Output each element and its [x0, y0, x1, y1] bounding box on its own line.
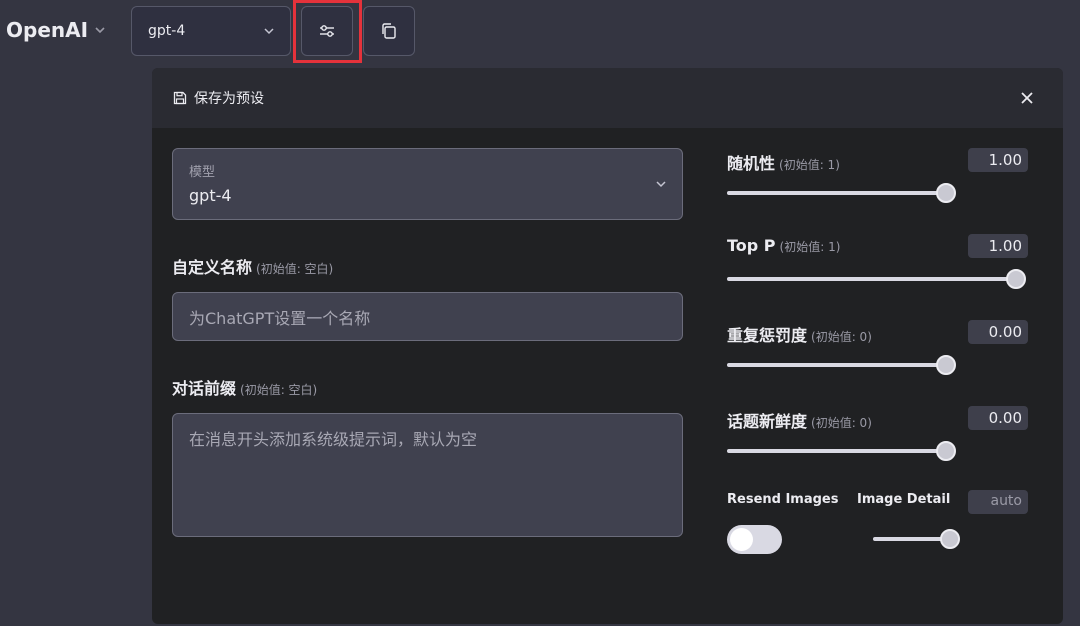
image-detail-thumb[interactable] [940, 529, 960, 549]
slider-title: 随机性 (初始值: 1) [727, 150, 840, 174]
image-detail-label: Image Detail [857, 492, 951, 507]
left-column: 模型 gpt-4 自定义名称 (初始值: 空白) 为ChatGPT设置一个名称 对… [172, 148, 683, 537]
slider-temperature: 随机性 (初始值: 1) 1.00 [727, 148, 1029, 234]
toggle-knob [730, 528, 753, 551]
image-options: Resend Images Image Detail auto [727, 488, 1029, 558]
settings-panel: 保存为预设 模型 gpt-4 自定义名称 (初始值: 空白) 为ChatGPT设置… [152, 68, 1063, 624]
slider-title: 话题新鲜度 (初始值: 0) [727, 408, 872, 432]
prompt-prefix-textarea[interactable]: 在消息开头添加系统级提示词，默认为空 [172, 413, 683, 537]
presets-button[interactable] [363, 6, 415, 56]
slider-thumb[interactable] [936, 355, 956, 375]
save-icon [173, 91, 187, 105]
slider-presence-penalty: 话题新鲜度 (初始值: 0) 0.00 [727, 406, 1029, 492]
slider-value-input[interactable]: 1.00 [968, 148, 1028, 172]
chevron-down-icon [656, 181, 666, 188]
prompt-prefix-placeholder: 在消息开头添加系统级提示词，默认为空 [189, 430, 478, 449]
close-icon[interactable] [1017, 88, 1037, 108]
slider-title: Top P (初始值: 1) [727, 236, 840, 255]
model-dropdown[interactable]: 模型 gpt-4 [172, 148, 683, 220]
panel-header: 保存为预设 [152, 68, 1063, 128]
slider-track[interactable] [727, 277, 1017, 281]
model-value: gpt-4 [189, 186, 232, 205]
slider-label: 重复惩罚度 [727, 326, 808, 345]
slider-value-input[interactable]: 0.00 [968, 406, 1028, 430]
slider-top-p: Top P (初始值: 1) 1.00 [727, 234, 1029, 320]
prompt-prefix-hint: (初始值: 空白) [240, 383, 318, 397]
resend-images-toggle[interactable] [727, 525, 782, 554]
brand-label: OpenAI [6, 18, 89, 42]
slider-label: 随机性 [727, 154, 776, 173]
slider-thumb[interactable] [936, 183, 956, 203]
prompt-prefix-title: 对话前缀 [172, 379, 237, 398]
model-select[interactable]: gpt-4 [131, 6, 291, 56]
slider-thumb[interactable] [936, 441, 956, 461]
settings-button[interactable] [301, 6, 353, 56]
model-select-value: gpt-4 [148, 23, 186, 39]
slider-track[interactable] [727, 363, 947, 367]
chevron-down-icon [94, 24, 106, 39]
slider-hint: (初始值: 0) [811, 330, 872, 344]
custom-name-heading: 自定义名称 (初始值: 空白) [172, 254, 683, 278]
custom-name-title: 自定义名称 [172, 258, 253, 277]
custom-name-placeholder: 为ChatGPT设置一个名称 [189, 308, 371, 328]
slider-hint: (初始值: 1) [779, 158, 840, 172]
sliders-icon [320, 25, 334, 37]
slider-value-input[interactable]: 1.00 [968, 234, 1028, 258]
slider-title: 重复惩罚度 (初始值: 0) [727, 322, 872, 346]
slider-label: Top P [727, 236, 776, 255]
right-column: 随机性 (初始值: 1) 1.00 Top P (初始值: 1) 1.00 重复惩罚… [727, 148, 1029, 492]
chevron-down-icon [264, 28, 274, 35]
slider-thumb[interactable] [1006, 269, 1026, 289]
save-preset-label: 保存为预设 [194, 91, 264, 107]
slider-track[interactable] [727, 449, 947, 453]
slider-label: 话题新鲜度 [727, 412, 808, 431]
slider-value-input[interactable]: 0.00 [968, 320, 1028, 344]
slider-hint: (初始值: 0) [811, 416, 872, 430]
slider-frequency-penalty: 重复惩罚度 (初始值: 0) 0.00 [727, 320, 1029, 406]
copy-icon [382, 23, 396, 39]
prompt-prefix-heading: 对话前缀 (初始值: 空白) [172, 375, 683, 399]
image-detail-value: auto [968, 490, 1028, 514]
endpoint-menu[interactable]: OpenAI [6, 18, 106, 42]
resend-images-label: Resend Images [727, 492, 839, 507]
custom-name-hint: (初始值: 空白) [256, 262, 334, 276]
model-label: 模型 [189, 165, 216, 180]
save-preset-button[interactable]: 保存为预设 [172, 88, 264, 108]
slider-hint: (初始值: 1) [779, 240, 841, 254]
slider-track[interactable] [727, 191, 947, 195]
custom-name-input[interactable]: 为ChatGPT设置一个名称 [172, 292, 683, 341]
top-bar: OpenAI gpt-4 [0, 0, 1080, 64]
